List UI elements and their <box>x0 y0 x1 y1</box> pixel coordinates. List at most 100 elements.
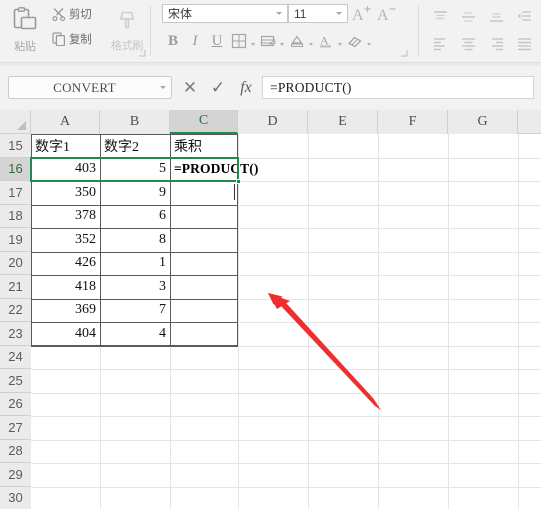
confirm-formula-button[interactable]: ✓ <box>208 78 228 98</box>
fill-handle[interactable] <box>236 179 241 184</box>
cell-number1-18[interactable]: 378 <box>31 205 100 229</box>
cell-number2-21[interactable]: 3 <box>100 275 170 299</box>
cell-number1-20[interactable]: 426 <box>31 252 100 276</box>
chevron-down-icon[interactable] <box>280 43 284 46</box>
cell-product-17[interactable] <box>170 181 238 205</box>
cell-product-16[interactable]: =PRODUCT() <box>170 158 258 182</box>
cell-number2-22[interactable]: 7 <box>100 299 170 323</box>
paste-button[interactable]: 粘贴 <box>2 3 48 59</box>
select-all-corner[interactable] <box>0 110 31 134</box>
italic-button[interactable]: I <box>184 30 206 52</box>
column-header-f[interactable]: F <box>378 110 448 134</box>
align-middle-button[interactable] <box>454 4 482 30</box>
row-header-24[interactable]: 24 <box>0 345 31 369</box>
copy-button[interactable]: 复制 <box>52 31 92 47</box>
insert-function-icon[interactable]: fx <box>236 78 256 98</box>
row-header-20[interactable]: 20 <box>0 251 31 275</box>
increase-font-size-button[interactable]: A <box>352 4 372 28</box>
cell-product-19[interactable] <box>170 228 238 252</box>
copy-label: 复制 <box>69 34 92 46</box>
underline-button[interactable]: U <box>206 30 228 52</box>
clear-formatting-button[interactable] <box>344 30 366 52</box>
cell-number1-19[interactable]: 352 <box>31 228 100 252</box>
column-header-e[interactable]: E <box>308 110 378 134</box>
bold-button[interactable]: B <box>162 30 184 52</box>
chevron-down-icon[interactable] <box>251 43 255 46</box>
font-name-value: 宋体 <box>168 7 193 21</box>
row-header-22[interactable]: 22 <box>0 298 31 322</box>
cell-product-23[interactable] <box>170 322 238 346</box>
cell-product-22[interactable] <box>170 299 238 323</box>
column-header-b[interactable]: B <box>100 110 170 134</box>
borders-button[interactable] <box>228 30 250 52</box>
row-header-30[interactable]: 30 <box>0 486 31 509</box>
align-bottom-button[interactable] <box>482 4 510 30</box>
row-header-label: 26 <box>8 396 23 412</box>
row-header-16[interactable]: 16 <box>0 157 31 181</box>
row-header-25[interactable]: 25 <box>0 369 31 393</box>
cancel-formula-button[interactable]: ✕ <box>180 78 200 98</box>
row-header-17[interactable]: 17 <box>0 181 31 205</box>
row-header-15[interactable]: 15 <box>0 134 31 158</box>
cell-product-21[interactable] <box>170 275 238 299</box>
cell-number2-17[interactable]: 9 <box>100 181 170 205</box>
cell-number2-23[interactable]: 4 <box>100 322 170 346</box>
decrease-indent-button[interactable] <box>510 4 538 30</box>
table-border-inner-ab <box>100 134 101 346</box>
font-color-button[interactable]: A <box>315 30 337 52</box>
cell-header-number2[interactable]: 数字2 <box>100 134 170 158</box>
cell-number2-19[interactable]: 8 <box>100 228 170 252</box>
column-header-g[interactable]: G <box>448 110 518 134</box>
column-header-d[interactable]: D <box>238 110 308 134</box>
font-size-select[interactable]: 11 <box>288 4 348 23</box>
chevron-down-icon[interactable] <box>367 43 371 46</box>
cell-product-20[interactable] <box>170 252 238 276</box>
row-header-19[interactable]: 19 <box>0 228 31 252</box>
formula-input[interactable]: =PRODUCT() <box>262 76 534 99</box>
svg-text:A: A <box>352 7 364 23</box>
row-header-29[interactable]: 29 <box>0 463 31 487</box>
align-top-button[interactable] <box>426 4 454 30</box>
chevron-down-icon[interactable] <box>309 43 313 46</box>
chevron-down-icon[interactable] <box>160 86 166 89</box>
cell-number1-23[interactable]: 404 <box>31 322 100 346</box>
cell-number1-22[interactable]: 369 <box>31 299 100 323</box>
align-justify-button[interactable] <box>510 31 538 57</box>
row-header-21[interactable]: 21 <box>0 275 31 299</box>
name-box[interactable]: CONVERT <box>8 76 172 99</box>
column-header-c[interactable]: C <box>170 110 238 134</box>
cell-product-18[interactable] <box>170 205 238 229</box>
cell-number1-17[interactable]: 350 <box>31 181 100 205</box>
worksheet-grid[interactable]: ABCDEFG 15 16 17 18 19 20 21 22 23 24 25 26 27 28 29 30… <box>0 110 541 509</box>
cell-fill-button[interactable] <box>257 30 279 52</box>
row-header-27[interactable]: 27 <box>0 416 31 440</box>
borders-icon <box>231 33 247 49</box>
svg-text:A: A <box>377 7 389 23</box>
column-header-label: C <box>198 113 209 128</box>
cell-number1-16[interactable]: 403 <box>31 158 100 182</box>
table-border-row <box>31 204 238 206</box>
row-header-26[interactable]: 26 <box>0 392 31 416</box>
column-header-label: F <box>408 114 417 129</box>
cell-header-product[interactable]: 乘积 <box>170 134 238 158</box>
cell-number2-18[interactable]: 6 <box>100 205 170 229</box>
cell-header-number1[interactable]: 数字1 <box>31 134 100 158</box>
row-header-label: 29 <box>8 466 23 482</box>
align-right-button[interactable] <box>482 31 510 57</box>
chevron-down-icon[interactable] <box>338 43 342 46</box>
row-header-23[interactable]: 23 <box>0 322 31 346</box>
cell-number2-20[interactable]: 1 <box>100 252 170 276</box>
decrease-font-size-button[interactable]: A <box>377 4 397 28</box>
row-header-18[interactable]: 18 <box>0 204 31 228</box>
highlight-button[interactable] <box>286 30 308 52</box>
cell-number1-21[interactable]: 418 <box>31 275 100 299</box>
align-left-button[interactable] <box>426 31 454 57</box>
clipboard-dialog-launcher[interactable] <box>138 49 146 59</box>
cut-button[interactable]: 剪切 <box>52 6 92 22</box>
align-center-button[interactable] <box>454 31 482 57</box>
column-header-a[interactable]: A <box>31 110 100 134</box>
font-name-select[interactable]: 宋体 <box>162 4 288 23</box>
row-header-28[interactable]: 28 <box>0 439 31 463</box>
font-dialog-launcher[interactable] <box>400 49 408 59</box>
cell-number2-16[interactable]: 5 <box>100 158 170 182</box>
